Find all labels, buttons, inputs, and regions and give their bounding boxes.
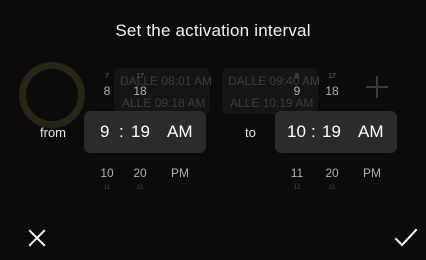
to-minute-value[interactable]: 19 <box>322 122 341 142</box>
add-icon <box>366 76 388 98</box>
to-minute-below[interactable]: 20 <box>322 166 342 180</box>
to-hour-value[interactable]: 10 <box>287 122 306 142</box>
to-hour-above-2[interactable]: 8 <box>291 73 303 80</box>
from-minute-above-2[interactable]: 17 <box>133 73 147 80</box>
schedule-card-right-line2: ALLE 10:19 AM <box>230 96 314 110</box>
to-hour-below[interactable]: 11 <box>287 166 307 180</box>
schedule-card-left-line2: ALLE 09:18 AM <box>122 96 206 110</box>
page-title: Set the activation interval <box>115 21 311 40</box>
to-hour-below-2[interactable]: 12 <box>290 185 304 191</box>
to-separator: : <box>311 122 316 141</box>
to-minute-below-2[interactable]: 21 <box>325 185 339 191</box>
schedule-card-right-line1: DALLE 09:40 AM <box>228 74 321 88</box>
confirm-button[interactable] <box>394 228 418 248</box>
cancel-button[interactable] <box>28 229 46 247</box>
from-hour-below-2[interactable]: 11 <box>100 185 114 191</box>
check-icon <box>394 228 418 247</box>
from-minute-value[interactable]: 19 <box>131 122 150 142</box>
from-hour-value[interactable]: 9 <box>100 122 109 142</box>
progress-ring <box>19 62 85 128</box>
from-separator: : <box>119 122 124 141</box>
to-ampm-below[interactable]: PM <box>360 166 384 180</box>
from-minute-above[interactable]: 18 <box>130 84 150 98</box>
to-hour-above[interactable]: 9 <box>289 84 305 98</box>
from-ampm-value[interactable]: AM <box>167 122 193 142</box>
from-hour-above-2[interactable]: 7 <box>101 73 113 80</box>
from-minute-below[interactable]: 20 <box>130 166 150 180</box>
from-label: from <box>40 125 66 140</box>
from-minute-below-2[interactable]: 21 <box>133 185 147 191</box>
to-label: to <box>245 125 256 140</box>
from-hour-above[interactable]: 8 <box>99 84 115 98</box>
to-ampm-value[interactable]: AM <box>358 122 384 142</box>
from-hour-below[interactable]: 10 <box>97 166 117 180</box>
from-ampm-below[interactable]: PM <box>168 166 192 180</box>
to-minute-above[interactable]: 18 <box>322 84 342 98</box>
to-minute-above-2[interactable]: 17 <box>325 73 339 80</box>
